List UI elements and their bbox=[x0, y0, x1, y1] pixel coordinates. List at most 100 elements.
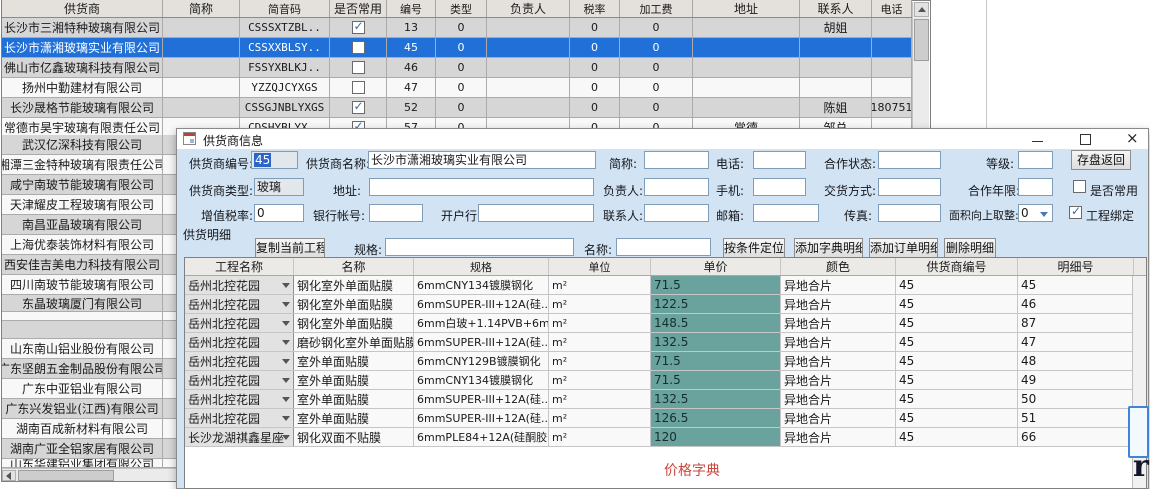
manager-input[interactable] bbox=[644, 178, 709, 196]
detail-row[interactable]: 岳州北控花园钢化室外单面贴膜6mmCNY134镀膜钢化m²71.5异地合片454… bbox=[185, 276, 1146, 295]
supplier-row[interactable]: 广东兴发铝业(江西)有限公司 bbox=[2, 399, 176, 419]
minimize-icon[interactable] bbox=[1020, 129, 1056, 149]
supplier-row[interactable]: 湖南百成新材料有限公司 bbox=[2, 419, 176, 439]
chevron-down-icon[interactable] bbox=[282, 397, 290, 402]
detail-row[interactable]: 长沙龙湖祺鑫星座钢化双面不贴膜6mmPLE84+12A(硅酮胶...m²120异… bbox=[185, 428, 1146, 447]
grade-input[interactable] bbox=[1018, 151, 1053, 169]
project-combo-cell[interactable]: 岳州北控花园 bbox=[185, 352, 294, 370]
spec-filter-input[interactable] bbox=[385, 238, 574, 256]
chevron-down-icon[interactable] bbox=[282, 302, 290, 307]
supplier-name-input[interactable]: 长沙市潇湘玻璃实业有限公司 bbox=[368, 151, 596, 169]
common-flag-checkbox[interactable] bbox=[352, 81, 365, 94]
scroll-left-icon[interactable] bbox=[2, 470, 16, 481]
supplier-row[interactable]: 广东中亚铝业有限公司 bbox=[2, 379, 176, 399]
locate-by-condition-button[interactable]: 按条件定位 bbox=[723, 238, 785, 258]
email-input[interactable] bbox=[753, 204, 819, 222]
round-up-dropdown[interactable]: 0 bbox=[1018, 204, 1053, 222]
supply-detail-grid: 工程名称名称规格单位单价颜色供货商编号明细号 岳州北控花园钢化室外单面贴膜6mm… bbox=[184, 257, 1147, 489]
supplier-row[interactable]: 长沙市三湘特种玻璃有限公司CSSSXTZBL..13000胡姐 bbox=[2, 18, 912, 38]
delete-detail-button[interactable]: 删除明细 bbox=[944, 238, 996, 258]
common-flag-checkbox[interactable] bbox=[352, 101, 365, 114]
save-return-button[interactable]: 存盘返回 bbox=[1071, 150, 1131, 170]
supplier-row[interactable]: 湘潭三金特种玻璃有限责任公司 bbox=[2, 155, 176, 175]
detail-row[interactable]: 岳州北控花园室外单面贴膜6mmSUPER-III+12A(硅...m²126.5… bbox=[185, 409, 1146, 428]
horizontal-scroll-thumb[interactable] bbox=[18, 470, 114, 481]
supplier-row[interactable]: 山东华建铝业集团有限公司 bbox=[2, 459, 176, 468]
detail-cell: 120 bbox=[651, 428, 781, 446]
scroll-up-icon[interactable] bbox=[914, 2, 929, 17]
bank-input[interactable] bbox=[478, 204, 594, 222]
add-order-detail-button[interactable]: 添加订单明细 bbox=[869, 238, 938, 258]
bank-account-input[interactable] bbox=[369, 204, 423, 222]
common-flag-checkbox[interactable] bbox=[352, 21, 365, 34]
maximize-icon[interactable] bbox=[1067, 129, 1103, 149]
address-input[interactable] bbox=[369, 178, 594, 196]
supplier-row[interactable]: 扬州中勤建材有限公司YZZQJCYXGS47000 bbox=[2, 78, 912, 98]
supplier-row[interactable]: 广东坚朗五金制品股份有限公司 bbox=[2, 359, 176, 379]
supplier-row[interactable]: 天津耀皮工程玻璃有限公司 bbox=[2, 195, 176, 215]
detail-cell: 钢化双面不贴膜 bbox=[294, 428, 414, 446]
name-filter-label: 名称: bbox=[584, 241, 612, 258]
common-use-checkbox[interactable] bbox=[1073, 180, 1086, 193]
supplier-cell: 0 bbox=[436, 18, 487, 37]
close-icon[interactable] bbox=[1114, 129, 1150, 149]
project-combo-cell[interactable]: 岳州北控花园 bbox=[185, 409, 294, 427]
supplier-no-input[interactable]: 45 bbox=[251, 151, 298, 169]
detail-row[interactable]: 岳州北控花园室外单面贴膜6mmSUPER-III+12A(硅...m²132.5… bbox=[185, 390, 1146, 409]
supplier-row[interactable]: 西安佳吉美电力科技有限公司 bbox=[2, 255, 176, 275]
chevron-down-icon[interactable] bbox=[282, 416, 290, 421]
coop-status-input[interactable] bbox=[878, 151, 941, 169]
supplier-row[interactable]: 长沙晟格节能玻璃有限公司CSSGJNBLYXGS52000陈姐180751 bbox=[2, 98, 912, 118]
supplier-row[interactable] bbox=[2, 312, 176, 321]
detail-row[interactable]: 岳州北控花园钢化室外单面贴膜6mm白玻+1.14PVB+6mm...m²148.… bbox=[185, 314, 1146, 333]
detail-row[interactable]: 岳州北控花园磨砂钢化室外单面贴膜6mmSUPER-III+12A(硅...m²1… bbox=[185, 333, 1146, 352]
supplier-row[interactable]: 山东南山铝业股份有限公司 bbox=[2, 339, 176, 359]
detail-row[interactable]: 岳州北控花园室外单面贴膜6mmCNY134镀膜钢化m²71.5异地合片4549 bbox=[185, 371, 1146, 390]
detail-row[interactable]: 岳州北控花园钢化室外单面贴膜6mmSUPER-III+12A(硅...m²122… bbox=[185, 295, 1146, 314]
supplier-row[interactable]: 咸宁南玻节能玻璃有限公司 bbox=[2, 175, 176, 195]
coop-years-input[interactable] bbox=[1018, 178, 1053, 196]
fax-input[interactable] bbox=[878, 204, 941, 222]
supplier-row[interactable]: 长沙市潇湘玻璃实业有限公司CSSXXBLSY..45000 bbox=[2, 38, 912, 58]
chevron-down-icon[interactable] bbox=[282, 359, 290, 364]
project-combo-cell[interactable]: 岳州北控花园 bbox=[185, 390, 294, 408]
supplier-row[interactable]: 佛山市亿鑫玻璃科技有限公司FSSYXBLKJ..46000 bbox=[2, 58, 912, 78]
supplier-row[interactable] bbox=[2, 321, 176, 339]
supplier-row[interactable]: 四川南玻节能玻璃有限公司 bbox=[2, 275, 176, 295]
common-flag-checkbox[interactable] bbox=[352, 61, 365, 74]
abbr-input[interactable] bbox=[644, 151, 709, 169]
project-combo-cell[interactable]: 岳州北控花园 bbox=[185, 314, 294, 332]
copy-current-project-button[interactable]: 复制当前工程 bbox=[255, 238, 325, 258]
chevron-down-icon[interactable] bbox=[282, 321, 290, 326]
project-binding-checkbox[interactable] bbox=[1069, 206, 1082, 219]
delivery-input[interactable] bbox=[878, 178, 941, 196]
vat-input[interactable]: 0 bbox=[254, 204, 304, 222]
contact-input[interactable] bbox=[644, 204, 709, 222]
chevron-down-icon[interactable] bbox=[282, 435, 290, 440]
project-combo-cell[interactable]: 岳州北控花园 bbox=[185, 371, 294, 389]
project-combo-cell[interactable]: 岳州北控花园 bbox=[185, 295, 294, 313]
project-combo-cell[interactable]: 岳州北控花园 bbox=[185, 276, 294, 294]
chevron-down-icon[interactable] bbox=[282, 283, 290, 288]
dialog-titlebar[interactable]: 供货商信息 bbox=[177, 129, 1148, 149]
project-combo-cell[interactable]: 岳州北控花园 bbox=[185, 333, 294, 351]
project-combo-cell[interactable]: 长沙龙湖祺鑫星座 bbox=[185, 428, 294, 446]
supplier-row[interactable]: 东晶玻璃厦门有限公司 bbox=[2, 295, 176, 312]
chevron-down-icon[interactable] bbox=[282, 340, 290, 345]
common-flag-checkbox[interactable] bbox=[352, 41, 365, 54]
supplier-row[interactable]: 武汉亿深科技有限公司 bbox=[2, 135, 176, 155]
detail-row[interactable]: 岳州北控花园室外单面贴膜6mmCNY129B镀膜钢化m²71.5异地合片4548 bbox=[185, 352, 1146, 371]
mobile-input[interactable] bbox=[753, 178, 806, 196]
supplier-row[interactable]: 上海优泰装饰材料有限公司 bbox=[2, 235, 176, 255]
phone-input[interactable] bbox=[753, 151, 806, 169]
supplier-type-input[interactable]: 玻璃 bbox=[254, 178, 304, 196]
supplier-row[interactable]: 南昌亚晶玻璃有限公司 bbox=[2, 215, 176, 235]
add-dictionary-detail-button[interactable]: 添加字典明细 bbox=[794, 238, 863, 258]
chevron-down-icon[interactable] bbox=[282, 378, 290, 383]
supplier-row[interactable]: 湖南广亚全铝家居有限公司 bbox=[2, 439, 176, 459]
vertical-scroll-thumb[interactable] bbox=[914, 19, 929, 61]
name-filter-input[interactable] bbox=[616, 238, 711, 256]
detail-group-label: 供货明细 bbox=[183, 226, 231, 243]
round-up-label: 面积向上取整: bbox=[949, 207, 1019, 223]
detail-cell: 钢化室外单面贴膜 bbox=[294, 276, 414, 294]
